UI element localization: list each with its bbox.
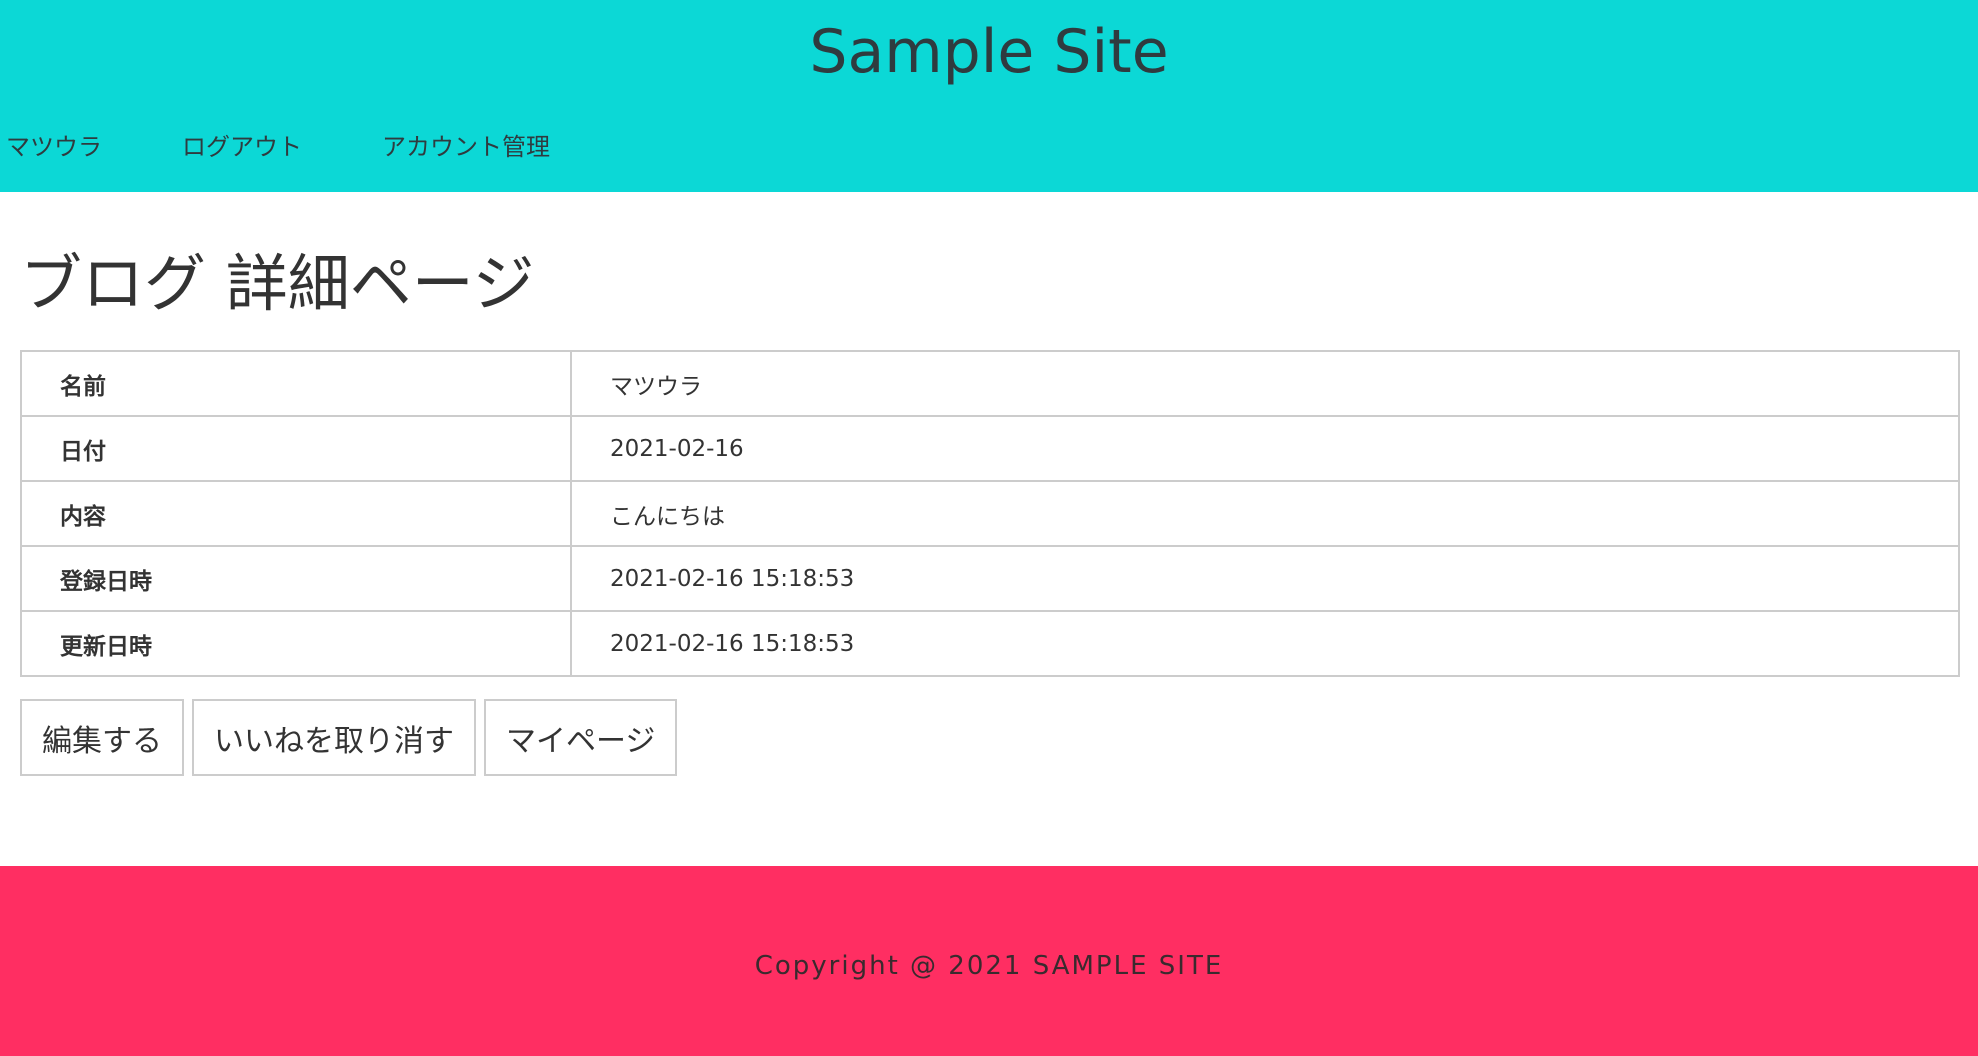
- row-label-name: 名前: [20, 350, 572, 417]
- nav-account-management[interactable]: アカウント管理: [382, 127, 550, 162]
- row-label-content: 内容: [20, 480, 572, 547]
- blog-detail-table: 名前 マツウラ 日付 2021-02-16 内容 こんにちは 登録日時 2021…: [20, 350, 1960, 677]
- row-value-content: こんにちは: [570, 480, 1960, 547]
- mypage-button[interactable]: マイページ: [484, 699, 678, 776]
- nav-user-name[interactable]: マツウラ: [6, 127, 102, 162]
- site-header: Sample Site マツウラ ログアウト アカウント管理: [0, 0, 1978, 192]
- page-title: ブログ 詳細ページ: [20, 247, 535, 320]
- table-row: 更新日時 2021-02-16 15:18:53: [20, 610, 1960, 677]
- row-value-date: 2021-02-16: [570, 415, 1960, 482]
- table-row: 登録日時 2021-02-16 15:18:53: [20, 545, 1960, 612]
- row-label-date: 日付: [20, 415, 572, 482]
- site-footer: Copyright @ 2021 SAMPLE SITE: [0, 866, 1978, 1056]
- row-value-updated-at: 2021-02-16 15:18:53: [570, 610, 1960, 677]
- main-nav: マツウラ ログアウト アカウント管理: [6, 126, 630, 162]
- table-row: 内容 こんにちは: [20, 480, 1960, 547]
- action-buttons: 編集する いいねを取り消す マイページ: [20, 699, 685, 776]
- site-title[interactable]: Sample Site: [0, 14, 1978, 90]
- row-value-name: マツウラ: [570, 350, 1960, 417]
- nav-logout[interactable]: ログアウト: [182, 127, 302, 162]
- edit-button[interactable]: 編集する: [20, 699, 184, 776]
- table-row: 日付 2021-02-16: [20, 415, 1960, 482]
- unlike-button[interactable]: いいねを取り消す: [192, 699, 476, 776]
- table-row: 名前 マツウラ: [20, 350, 1960, 417]
- copyright-text: Copyright @ 2021 SAMPLE SITE: [754, 951, 1224, 981]
- row-label-updated-at: 更新日時: [20, 610, 572, 677]
- row-value-created-at: 2021-02-16 15:18:53: [570, 545, 1960, 612]
- row-label-created-at: 登録日時: [20, 545, 572, 612]
